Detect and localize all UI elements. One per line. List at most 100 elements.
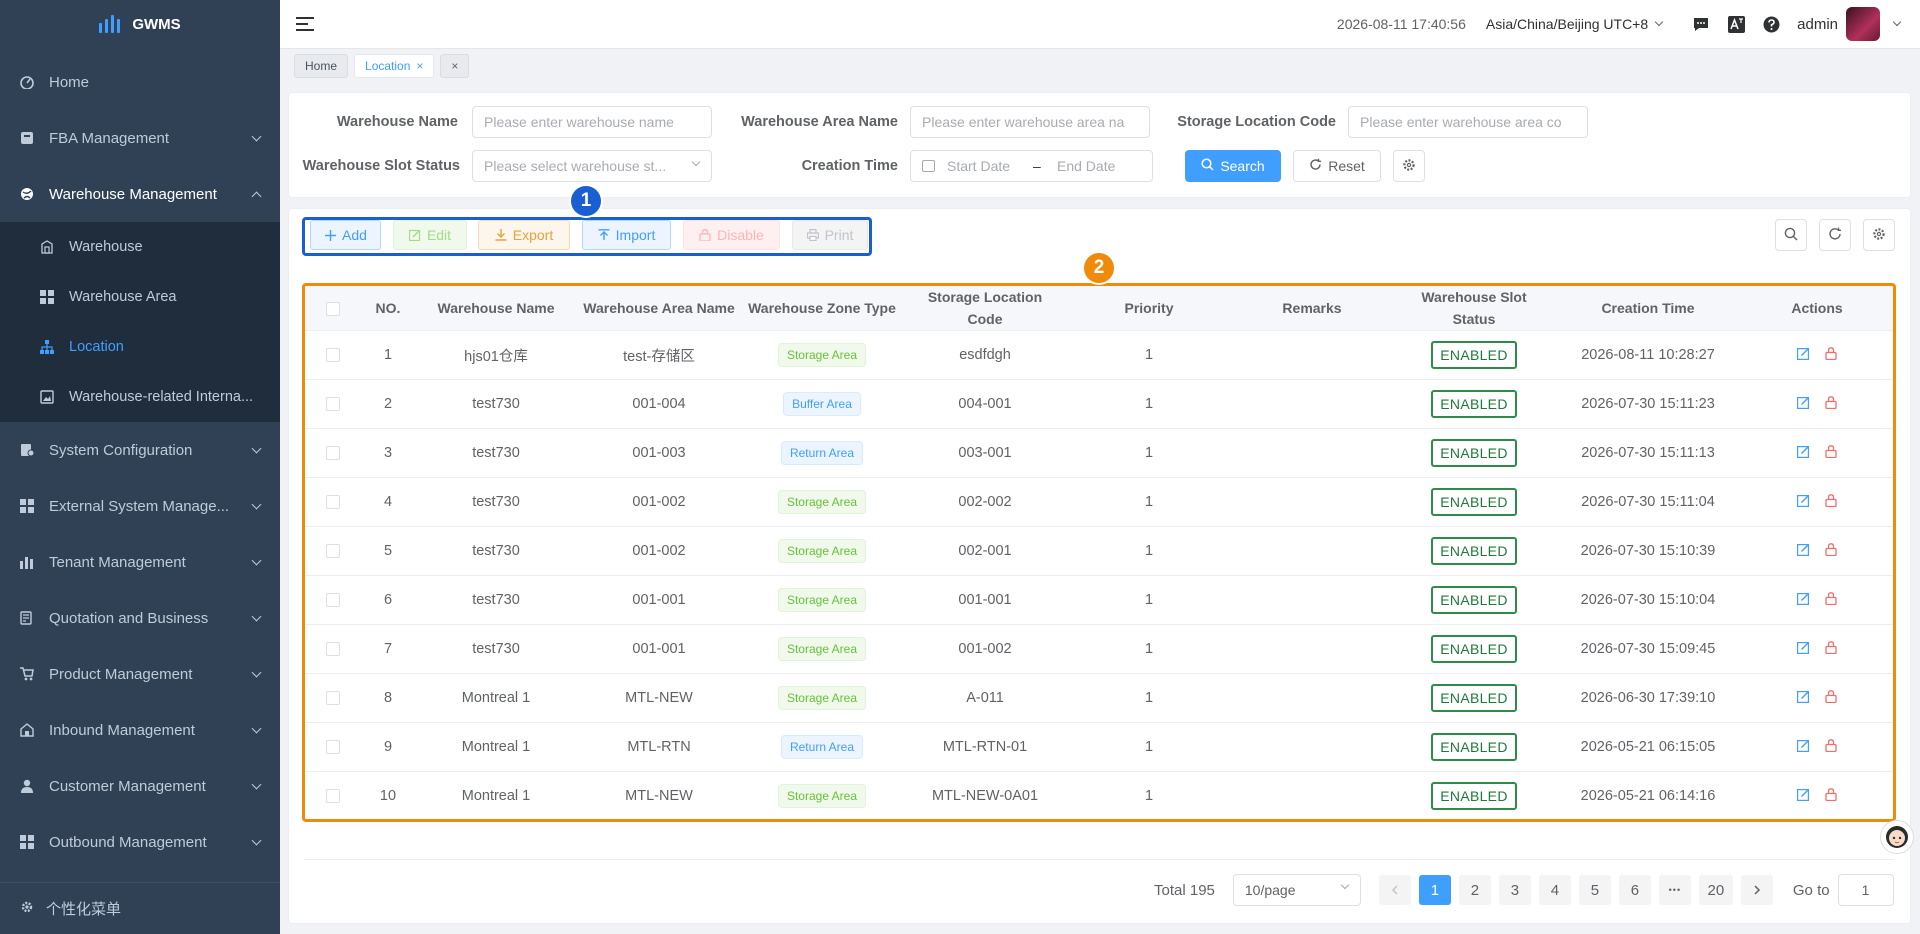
date-separator: – xyxy=(1033,158,1041,174)
warehouse-slot-status-label: Warehouse Slot Status xyxy=(302,158,460,174)
message-icon[interactable] xyxy=(1692,15,1710,33)
translate-icon[interactable] xyxy=(1727,15,1745,33)
help-icon[interactable] xyxy=(1762,15,1780,33)
user-icon xyxy=(20,779,34,793)
personalized-menu-label: 个性化菜单 xyxy=(46,901,122,918)
sidebar-item-system-configuration[interactable]: System Configuration xyxy=(0,422,280,478)
username: admin xyxy=(1797,15,1838,33)
refresh-icon xyxy=(1309,158,1322,174)
sidebar-item-label: Location xyxy=(69,339,124,355)
sidebar-item-warehouse-related-internal[interactable]: Warehouse-related Interna... xyxy=(0,372,280,422)
sidebar-item-location[interactable]: Location xyxy=(0,322,280,372)
sidebar-item-label: Customer Management xyxy=(49,777,206,795)
tenant-icon xyxy=(20,555,34,569)
storage-location-code-input[interactable]: Please enter warehouse area co xyxy=(1348,106,1588,138)
prev-page-button[interactable] xyxy=(1378,875,1411,905)
chevron-down-icon xyxy=(691,157,701,167)
sidebar-item-customer-management[interactable]: Customer Management xyxy=(0,758,280,814)
reset-button-label: Reset xyxy=(1328,158,1365,174)
toggle-search-button[interactable] xyxy=(1775,219,1807,251)
page-20-button[interactable]: 20 xyxy=(1698,875,1733,905)
sidebar-item-label: External System Manage... xyxy=(49,497,230,515)
warehouse-slot-status-select[interactable]: Please select warehouse st... xyxy=(472,150,712,182)
chevron-down-icon xyxy=(251,443,262,453)
tab-location[interactable]: Location × xyxy=(354,54,435,78)
sidebar-item-label: Warehouse-related Interna... xyxy=(69,389,254,405)
reset-button[interactable]: Reset xyxy=(1293,150,1381,182)
storage-location-code-label: Storage Location Code xyxy=(1177,114,1336,130)
close-all-tabs-button[interactable]: × xyxy=(440,54,470,78)
tab-home[interactable]: Home xyxy=(294,54,349,78)
warehouse-name-label: Warehouse Name xyxy=(336,114,458,130)
page-4-button[interactable]: 4 xyxy=(1538,875,1571,905)
page-1-button[interactable]: 1 xyxy=(1418,875,1451,905)
page-size-select[interactable]: 10/page xyxy=(1232,874,1361,906)
inbound-icon xyxy=(20,723,34,737)
close-icon[interactable]: × xyxy=(416,59,423,73)
creation-time-range-picker[interactable]: Start Date – End Date xyxy=(910,150,1153,182)
hamburger-icon[interactable] xyxy=(296,17,314,31)
sidebar-item-fba-management[interactable]: FBA Management xyxy=(0,110,280,166)
pagination: Total 195 10/page 1 2 3 4 5 6 ••• 20 Go … xyxy=(1154,874,1894,906)
sidebar-item-label: FBA Management xyxy=(49,129,170,147)
warehouse-submenu: Warehouse Warehouse Area Location Wareho… xyxy=(0,222,280,422)
calendar-icon xyxy=(922,160,935,172)
creation-time-label: Creation Time xyxy=(801,158,898,174)
app-logo[interactable]: GWMS xyxy=(0,0,280,48)
dashboard-icon xyxy=(20,75,34,89)
chevron-down-icon xyxy=(251,611,262,621)
tab-label: Location xyxy=(365,59,411,73)
next-page-button[interactable] xyxy=(1740,875,1773,905)
cart-icon xyxy=(20,667,34,681)
sidebar-item-outbound-management[interactable]: Outbound Management xyxy=(0,814,280,870)
goto-label: Go to xyxy=(1792,881,1830,899)
sidebar-item-home[interactable]: Home xyxy=(0,54,280,110)
callout-badge-2: 2 xyxy=(1082,251,1116,285)
sidebar-item-label: Home xyxy=(49,73,90,91)
page-5-button[interactable]: 5 xyxy=(1578,875,1611,905)
chevron-down-icon xyxy=(251,555,262,565)
avatar xyxy=(1846,7,1880,41)
toolbar-highlight-box xyxy=(302,217,872,256)
chevron-down-icon xyxy=(251,779,262,789)
goto-page-input[interactable]: 1 xyxy=(1837,874,1894,906)
warehouse-name-input[interactable]: Please enter warehouse name xyxy=(472,106,712,138)
fba-icon xyxy=(20,131,34,145)
divider xyxy=(304,859,1894,860)
chevron-down-icon xyxy=(251,131,262,141)
sidebar-item-warehouse-management[interactable]: Warehouse Management xyxy=(0,166,280,222)
sidebar-item-label: Tenant Management xyxy=(49,553,186,571)
refresh-table-button[interactable] xyxy=(1819,219,1851,251)
sidebar-item-quotation-and-business[interactable]: Quotation and Business xyxy=(0,590,280,646)
sidebar-item-product-management[interactable]: Product Management xyxy=(0,646,280,702)
warehouse-area-name-input[interactable]: Please enter warehouse area na xyxy=(910,106,1150,138)
sidebar-item-tenant-management[interactable]: Tenant Management xyxy=(0,534,280,590)
sidebar-item-warehouse-area[interactable]: Warehouse Area xyxy=(0,272,280,322)
column-settings-button[interactable] xyxy=(1863,219,1895,251)
sidebar-item-inbound-management[interactable]: Inbound Management xyxy=(0,702,280,758)
start-date-input[interactable]: Start Date xyxy=(947,151,1033,181)
select-placeholder: Please select warehouse st... xyxy=(484,158,667,174)
timezone-label: Asia/China/Beijing UTC+8 xyxy=(1485,16,1649,32)
personalized-menu-button[interactable]: 个性化菜单 xyxy=(0,882,280,934)
external-system-icon xyxy=(20,499,34,513)
sidebar-item-label: Quotation and Business xyxy=(49,609,209,627)
top-header: 2026-08-11 17:40:56 Asia/China/Beijing U… xyxy=(280,0,1920,49)
timezone-select[interactable]: Asia/China/Beijing UTC+8 xyxy=(1485,16,1664,32)
sidebar-item-external-system-management[interactable]: External System Manage... xyxy=(0,478,280,534)
end-date-input[interactable]: End Date xyxy=(1057,151,1115,181)
assistant-avatar-icon[interactable] xyxy=(1880,820,1914,854)
grid-icon xyxy=(40,290,54,304)
more-pages-button[interactable]: ••• xyxy=(1658,875,1691,905)
refresh-icon xyxy=(1828,227,1842,244)
tags-view: Home Location × × xyxy=(280,49,1920,83)
sidebar-item-warehouse[interactable]: Warehouse xyxy=(0,222,280,272)
logo-icon xyxy=(99,15,121,33)
search-button[interactable]: Search xyxy=(1185,150,1281,182)
page-3-button[interactable]: 3 xyxy=(1498,875,1531,905)
search-settings-button[interactable] xyxy=(1393,150,1425,182)
page-2-button[interactable]: 2 xyxy=(1458,875,1491,905)
user-menu[interactable]: admin xyxy=(1797,7,1902,41)
app-name: GWMS xyxy=(132,15,181,33)
page-6-button[interactable]: 6 xyxy=(1618,875,1651,905)
